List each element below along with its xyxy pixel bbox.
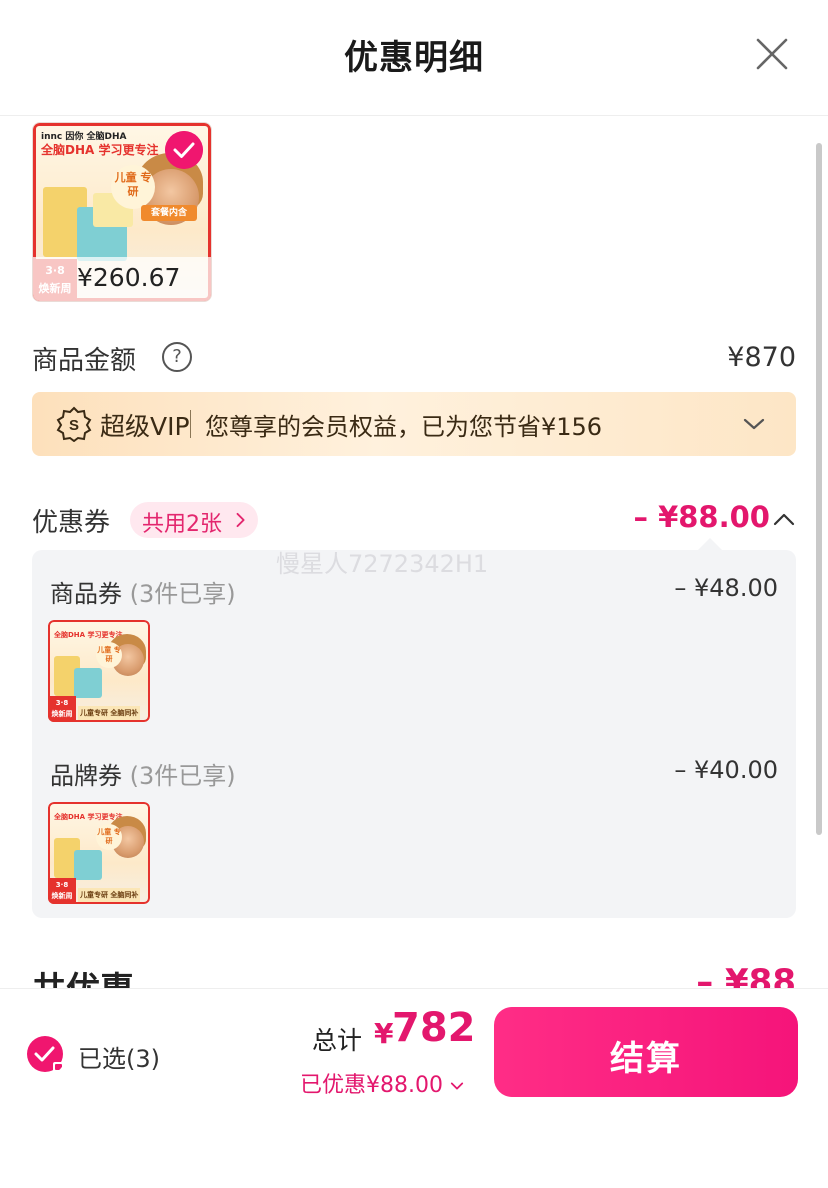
sheet-header: 优惠明细 bbox=[0, 0, 828, 116]
vip-label: 超级VIP bbox=[100, 412, 190, 441]
coupon-product-image: 全脑DHA 学习更专注 儿童 专研 3·8 焕新周 儿童专研 全脑同补 bbox=[48, 620, 150, 722]
product-image-tag: 儿童 专研 bbox=[111, 165, 155, 209]
selected-count: 已选(3) bbox=[78, 1045, 160, 1073]
select-all-check-icon[interactable] bbox=[26, 1035, 66, 1075]
coupon-label: 优惠券 bbox=[32, 508, 111, 538]
total-discount-amount: – ¥88 bbox=[696, 962, 796, 988]
discount-detail-sheet: 优惠明细 innc 因你 全脑DHA 全脑DHA 学习更专注 儿童 专研 套餐内… bbox=[0, 0, 828, 1188]
coupon-item-amount: – ¥48.00 bbox=[674, 574, 778, 602]
product-selected-check-icon[interactable] bbox=[165, 131, 203, 169]
vip-savings-text: 您尊享的会员权益，已为您节省¥156 bbox=[205, 413, 603, 441]
discount-summary[interactable]: 已优惠¥88.00 bbox=[300, 1067, 464, 1099]
product-image-headline: 全脑DHA 学习更专注 bbox=[41, 143, 159, 157]
coupon-breakdown-panel: 商品券 (3件已享) – ¥48.00 全脑DHA 学习更专注 儿童 专研 3·… bbox=[32, 550, 796, 918]
help-icon[interactable]: ? bbox=[162, 342, 192, 372]
total-discount-label: 共优惠 bbox=[32, 962, 134, 988]
vip-badge-icon: S bbox=[56, 406, 92, 442]
product-price: ¥260.67 bbox=[77, 263, 181, 292]
total-currency: ¥ bbox=[374, 1017, 394, 1050]
detail-scroll-area[interactable]: innc 因你 全脑DHA 全脑DHA 学习更专注 儿童 专研 套餐内含 3·8… bbox=[0, 116, 828, 988]
svg-text:S: S bbox=[69, 417, 79, 434]
total-label: 总计 bbox=[312, 1026, 363, 1055]
checkout-button[interactable]: 结算 bbox=[494, 1007, 798, 1097]
checkout-footer: 已选(3) 总计 ¥ 782 已优惠¥88.00 结算 bbox=[0, 988, 828, 1188]
chevron-down-icon bbox=[450, 1082, 464, 1090]
vip-benefit-bar[interactable]: S 超级VIP 您尊享的会员权益，已为您节省¥156 bbox=[32, 392, 796, 456]
coupon-item-name: 品牌券 (3件已享) bbox=[50, 762, 236, 790]
coupon-item-name: 商品券 (3件已享) bbox=[50, 580, 236, 608]
product-card[interactable]: innc 因你 全脑DHA 全脑DHA 学习更专注 儿童 专研 套餐内含 3·8… bbox=[32, 122, 212, 302]
coupon-product-image: 全脑DHA 学习更专注 儿童 专研 3·8 焕新周 儿童专研 全脑同补 bbox=[48, 802, 150, 904]
product-image-orange: 套餐内含 bbox=[141, 205, 197, 221]
watermark: 慢星人7272342H1 bbox=[276, 550, 489, 578]
sheet-title: 优惠明细 bbox=[344, 38, 484, 78]
chevron-down-icon bbox=[743, 418, 765, 430]
goods-amount-label: 商品金额 bbox=[32, 346, 137, 376]
close-icon[interactable] bbox=[752, 34, 792, 74]
scrollbar[interactable] bbox=[816, 143, 822, 835]
chevron-up-icon[interactable] bbox=[772, 508, 796, 532]
coupon-total-amount: – ¥88.00 bbox=[633, 500, 770, 534]
coupon-count-pill[interactable]: 共用2张 bbox=[130, 502, 258, 538]
goods-amount-value: ¥870 bbox=[727, 342, 796, 373]
chevron-right-icon bbox=[236, 512, 245, 528]
total-amount: 782 bbox=[392, 1005, 476, 1051]
coupon-item-amount: – ¥40.00 bbox=[674, 756, 778, 784]
